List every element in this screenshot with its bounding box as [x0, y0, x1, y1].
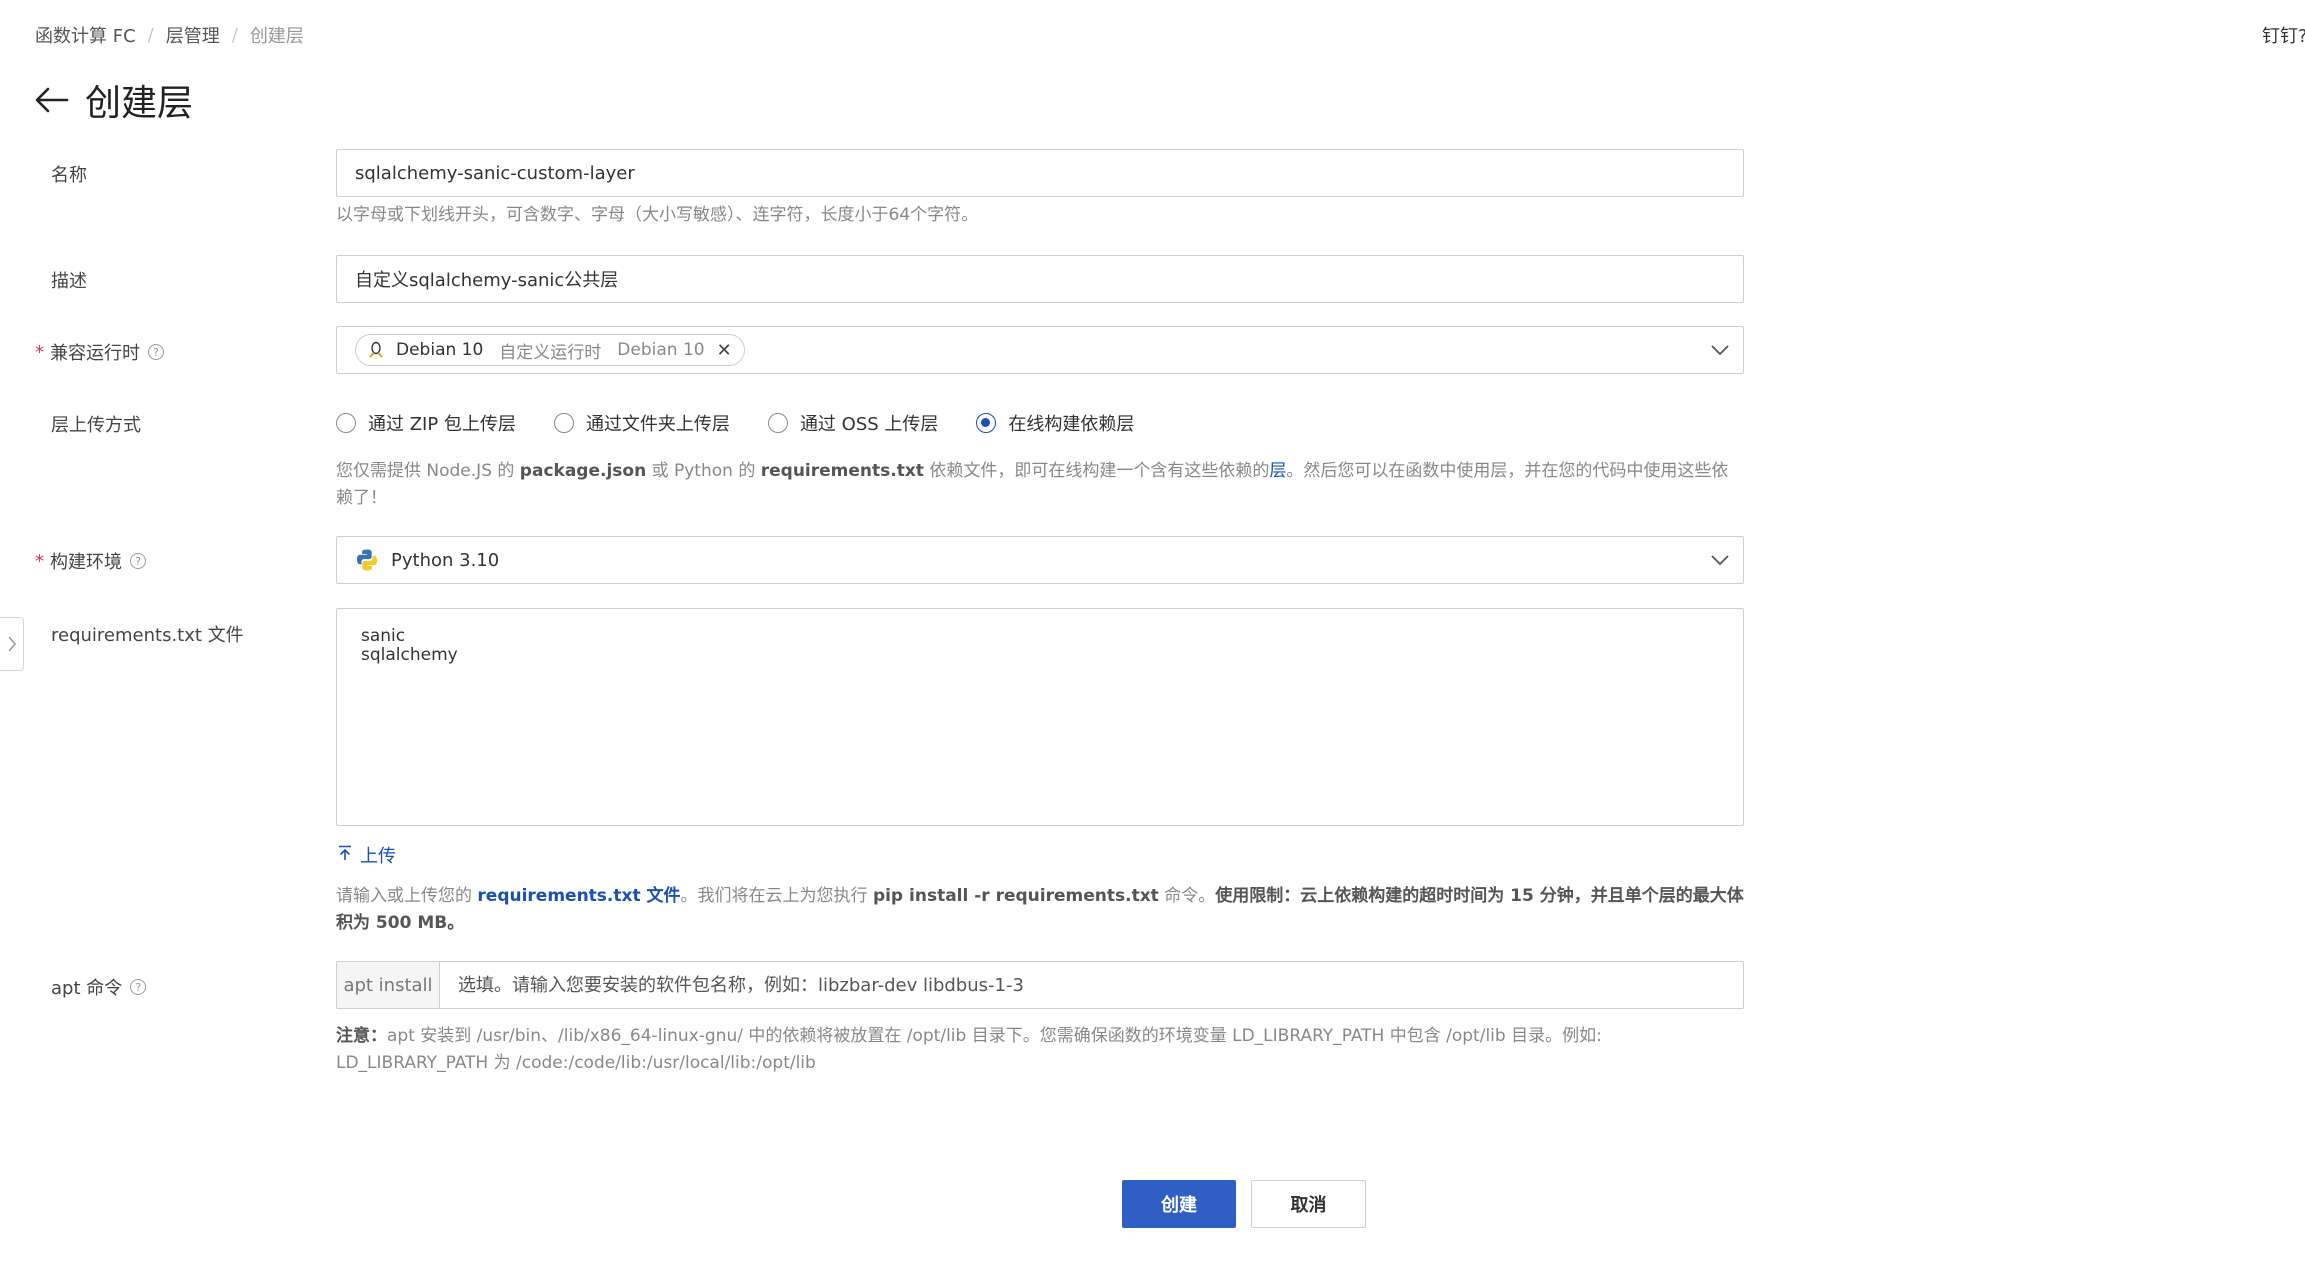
upload-icon: [338, 845, 352, 866]
linux-tux-icon: [369, 341, 383, 358]
runtime-tag-name: Debian 10: [396, 340, 484, 360]
page-title: 创建层: [85, 83, 194, 124]
description-input-value: 自定义sqlalchemy-sanic公共层: [355, 270, 619, 291]
runtime-tag-os: Debian 10: [617, 340, 705, 360]
upload-method-label: 层上传方式: [51, 415, 141, 436]
requirements-doc-link[interactable]: requirements.txt 文件: [477, 886, 680, 906]
name-label: 名称: [51, 165, 87, 186]
help-icon[interactable]: ?: [130, 553, 146, 569]
upload-method-hint: 您仅需提供 Node.JS 的 package.json 或 Python 的 …: [336, 461, 1729, 508]
chevron-right-icon: [7, 636, 16, 652]
radio-upload-oss[interactable]: 通过 OSS 上传层: [767, 410, 939, 436]
radio-circle[interactable]: [336, 413, 356, 433]
help-icon[interactable]: ?: [148, 344, 164, 360]
radio-circle[interactable]: [553, 413, 574, 433]
top-right-dingtalk-link[interactable]: 钉钉?: [2262, 22, 2305, 48]
breadcrumb-item-current: 创建层: [249, 26, 304, 47]
breadcrumb-separator: /: [147, 24, 154, 46]
name-input[interactable]: sqlalchemy-sanic-custom-layer: [336, 149, 1744, 197]
requirements-label: requirements.txt 文件: [51, 625, 244, 646]
requirements-textarea[interactable]: sanic sqlalchemy: [336, 608, 1744, 826]
radio-upload-folder[interactable]: 通过文件夹上传层: [553, 410, 730, 436]
breadcrumb: 函数计算 FC / 层管理 / 创建层: [35, 22, 304, 48]
python-icon: [357, 549, 377, 571]
back-arrow-icon[interactable]: [35, 82, 71, 118]
upload-method-radio-group: 通过 ZIP 包上传层 通过文件夹上传层 通过 OSS 上传层 在线构建依赖层: [336, 410, 1172, 436]
radio-upload-zip[interactable]: 通过 ZIP 包上传层: [336, 410, 516, 436]
breadcrumb-item-fc[interactable]: 函数计算 FC: [35, 22, 136, 48]
requirements-hint: 请输入或上传您的 requirements.txt 文件。我们将在云上为您执行 …: [336, 886, 1744, 933]
upload-requirements-button[interactable]: 上传: [338, 842, 396, 868]
build-env-label: * 构建环境 ?: [35, 548, 146, 574]
help-icon[interactable]: ?: [130, 979, 147, 995]
runtime-label: * 兼容运行时 ?: [35, 339, 164, 365]
build-env-select[interactable]: Python 3.10: [336, 536, 1744, 584]
apt-install-addon: apt install: [337, 962, 440, 1008]
chevron-down-icon: [1711, 345, 1729, 356]
build-env-value: Python 3.10: [391, 549, 500, 571]
page-header: 创建层: [35, 74, 193, 126]
apt-command-field: apt install: [336, 961, 1744, 1009]
required-mark: *: [35, 550, 44, 572]
radio-label: 通过 ZIP 包上传层: [368, 414, 516, 435]
close-icon[interactable]: ✕: [717, 340, 732, 361]
radio-label: 在线构建依赖层: [1008, 414, 1135, 435]
description-label: 描述: [51, 271, 87, 292]
required-mark: *: [35, 341, 44, 363]
upload-label: 上传: [360, 846, 396, 867]
sidebar-expand-toggle[interactable]: [0, 617, 24, 671]
runtime-tag: Debian 10 自定义运行时 Debian 10 ✕: [355, 334, 745, 366]
chevron-down-icon: [1711, 555, 1729, 566]
name-input-value: sqlalchemy-sanic-custom-layer: [355, 162, 635, 184]
radio-label: 通过文件夹上传层: [585, 414, 730, 435]
apt-command-input[interactable]: [440, 962, 1743, 1008]
radio-circle-selected[interactable]: [976, 413, 997, 433]
cancel-button[interactable]: 取消: [1251, 1180, 1366, 1228]
create-button[interactable]: 创建: [1122, 1180, 1236, 1228]
runtime-tag-type: 自定义运行时: [499, 342, 602, 363]
apt-hint: 注意：apt 安装到 /usr/bin、/lib/x86_64-linux-gn…: [336, 1026, 1602, 1073]
layer-doc-link[interactable]: 层: [1269, 461, 1286, 481]
radio-label: 通过 OSS 上传层: [799, 414, 939, 435]
apt-label: apt 命令 ?: [51, 974, 147, 1000]
runtime-select[interactable]: Debian 10 自定义运行时 Debian 10 ✕: [336, 326, 1744, 374]
breadcrumb-separator: /: [231, 24, 238, 46]
breadcrumb-item-layers[interactable]: 层管理: [166, 22, 220, 48]
description-input[interactable]: 自定义sqlalchemy-sanic公共层: [336, 255, 1744, 303]
name-hint: 以字母或下划线开头，可含数字、字母（大小写敏感）、连字符，长度小于64个字符。: [336, 205, 979, 225]
radio-circle[interactable]: [767, 413, 788, 433]
radio-online-build[interactable]: 在线构建依赖层: [976, 410, 1134, 436]
